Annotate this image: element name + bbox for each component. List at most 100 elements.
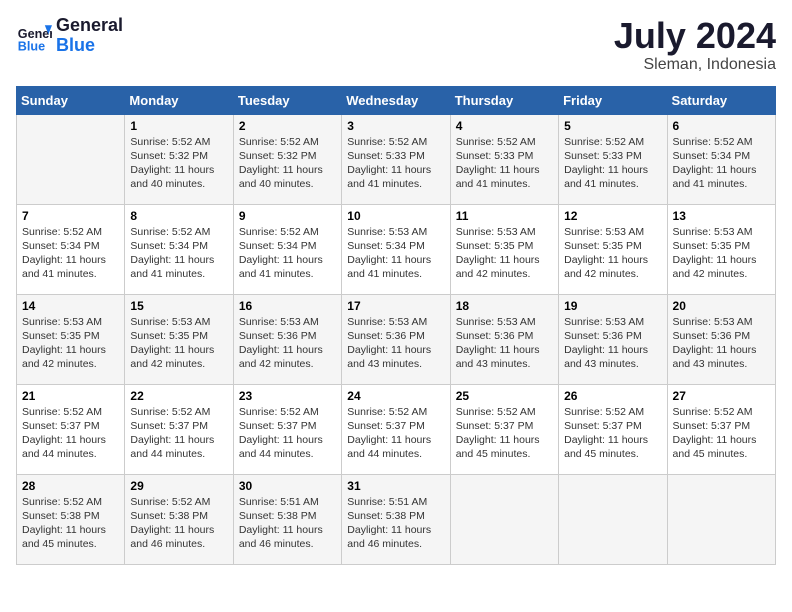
calendar-cell: 10 Sunrise: 5:53 AM Sunset: 5:34 PM Dayli…: [342, 204, 450, 294]
day-number: 30: [239, 479, 336, 493]
day-info: Sunrise: 5:52 AM Sunset: 5:38 PM Dayligh…: [22, 495, 119, 552]
day-info: Sunrise: 5:51 AM Sunset: 5:38 PM Dayligh…: [239, 495, 336, 552]
day-info: Sunrise: 5:52 AM Sunset: 5:38 PM Dayligh…: [130, 495, 227, 552]
day-info: Sunrise: 5:52 AM Sunset: 5:32 PM Dayligh…: [239, 135, 336, 192]
day-number: 10: [347, 209, 444, 223]
calendar-cell: 5Sunrise: 5:52 AM Sunset: 5:33 PM Daylig…: [559, 114, 667, 204]
calendar-table: SundayMondayTuesdayWednesdayThursdayFrid…: [16, 86, 776, 565]
calendar-cell: 17 Sunrise: 5:53 AM Sunset: 5:36 PM Dayli…: [342, 294, 450, 384]
day-number: 26: [564, 389, 661, 403]
calendar-cell: 16Sunrise: 5:53 AM Sunset: 5:36 PM Dayli…: [233, 294, 341, 384]
day-number: 31: [347, 479, 444, 493]
calendar-cell: 1 Sunrise: 5:52 AM Sunset: 5:32 PM Daylig…: [125, 114, 233, 204]
month-title: July 2024: [614, 16, 776, 56]
header-sunday: Sunday: [17, 86, 125, 114]
calendar-cell: 29 Sunrise: 5:52 AM Sunset: 5:38 PM Dayli…: [125, 474, 233, 564]
calendar-cell: 15 Sunrise: 5:53 AM Sunset: 5:35 PM Dayli…: [125, 294, 233, 384]
day-info: Sunrise: 5:52 AM Sunset: 5:34 PM Dayligh…: [673, 135, 770, 192]
calendar-cell: 19 Sunrise: 5:53 AM Sunset: 5:36 PM Dayli…: [559, 294, 667, 384]
calendar-week-row: 7Sunrise: 5:52 AM Sunset: 5:34 PM Daylig…: [17, 204, 776, 294]
calendar-cell: [17, 114, 125, 204]
day-info: Sunrise: 5:52 AM Sunset: 5:34 PM Dayligh…: [22, 225, 119, 282]
day-info: Sunrise: 5:52 AM Sunset: 5:37 PM Dayligh…: [347, 405, 444, 462]
calendar-cell: 8 Sunrise: 5:52 AM Sunset: 5:34 PM Daylig…: [125, 204, 233, 294]
title-block: July 2024 Sleman, Indonesia: [614, 16, 776, 74]
day-number: 25: [456, 389, 553, 403]
day-info: Sunrise: 5:53 AM Sunset: 5:35 PM Dayligh…: [130, 315, 227, 372]
day-info: Sunrise: 5:52 AM Sunset: 5:37 PM Dayligh…: [239, 405, 336, 462]
calendar-cell: 21 Sunrise: 5:52 AM Sunset: 5:37 PM Dayli…: [17, 384, 125, 474]
day-number: 13: [673, 209, 770, 223]
day-info: Sunrise: 5:52 AM Sunset: 5:37 PM Dayligh…: [22, 405, 119, 462]
day-info: Sunrise: 5:53 AM Sunset: 5:36 PM Dayligh…: [347, 315, 444, 372]
calendar-cell: 27 Sunrise: 5:52 AM Sunset: 5:37 PM Dayli…: [667, 384, 775, 474]
day-number: 18: [456, 299, 553, 313]
day-info: Sunrise: 5:52 AM Sunset: 5:34 PM Dayligh…: [130, 225, 227, 282]
calendar-cell: 23 Sunrise: 5:52 AM Sunset: 5:37 PM Dayli…: [233, 384, 341, 474]
day-info: Sunrise: 5:52 AM Sunset: 5:37 PM Dayligh…: [456, 405, 553, 462]
day-number: 29: [130, 479, 227, 493]
calendar-cell: 26 Sunrise: 5:52 AM Sunset: 5:37 PM Dayli…: [559, 384, 667, 474]
calendar-cell: 6 Sunrise: 5:52 AM Sunset: 5:34 PM Daylig…: [667, 114, 775, 204]
day-info: Sunrise: 5:52 AM Sunset: 5:33 PM Dayligh…: [347, 135, 444, 192]
day-info: Sunrise: 5:52 AM Sunset: 5:32 PM Dayligh…: [130, 135, 227, 192]
calendar-week-row: 14 Sunrise: 5:53 AM Sunset: 5:35 PM Dayli…: [17, 294, 776, 384]
header-saturday: Saturday: [667, 86, 775, 114]
calendar-cell: [667, 474, 775, 564]
header-monday: Monday: [125, 86, 233, 114]
calendar-cell: 13Sunrise: 5:53 AM Sunset: 5:35 PM Dayli…: [667, 204, 775, 294]
logo-general: General: [56, 16, 123, 36]
day-number: 15: [130, 299, 227, 313]
calendar-cell: 18Sunrise: 5:53 AM Sunset: 5:36 PM Dayli…: [450, 294, 558, 384]
day-number: 19: [564, 299, 661, 313]
calendar-cell: 22 Sunrise: 5:52 AM Sunset: 5:37 PM Dayli…: [125, 384, 233, 474]
calendar-cell: 4 Sunrise: 5:52 AM Sunset: 5:33 PM Daylig…: [450, 114, 558, 204]
calendar-cell: 24 Sunrise: 5:52 AM Sunset: 5:37 PM Dayli…: [342, 384, 450, 474]
calendar-cell: 31 Sunrise: 5:51 AM Sunset: 5:38 PM Dayli…: [342, 474, 450, 564]
calendar-cell: [450, 474, 558, 564]
day-info: Sunrise: 5:53 AM Sunset: 5:34 PM Dayligh…: [347, 225, 444, 282]
day-number: 4: [456, 119, 553, 133]
calendar-week-row: 28Sunrise: 5:52 AM Sunset: 5:38 PM Dayli…: [17, 474, 776, 564]
day-number: 1: [130, 119, 227, 133]
day-number: 24: [347, 389, 444, 403]
day-number: 23: [239, 389, 336, 403]
calendar-cell: 20 Sunrise: 5:53 AM Sunset: 5:36 PM Dayli…: [667, 294, 775, 384]
day-number: 22: [130, 389, 227, 403]
calendar-cell: 28Sunrise: 5:52 AM Sunset: 5:38 PM Dayli…: [17, 474, 125, 564]
logo-icon: General Blue: [16, 18, 52, 54]
day-number: 12: [564, 209, 661, 223]
day-number: 9: [239, 209, 336, 223]
day-info: Sunrise: 5:52 AM Sunset: 5:33 PM Dayligh…: [564, 135, 661, 192]
day-number: 17: [347, 299, 444, 313]
day-number: 14: [22, 299, 119, 313]
calendar-cell: [559, 474, 667, 564]
calendar-cell: 9Sunrise: 5:52 AM Sunset: 5:34 PM Daylig…: [233, 204, 341, 294]
day-number: 27: [673, 389, 770, 403]
day-number: 2: [239, 119, 336, 133]
day-info: Sunrise: 5:53 AM Sunset: 5:36 PM Dayligh…: [673, 315, 770, 372]
day-info: Sunrise: 5:52 AM Sunset: 5:37 PM Dayligh…: [564, 405, 661, 462]
day-info: Sunrise: 5:51 AM Sunset: 5:38 PM Dayligh…: [347, 495, 444, 552]
day-number: 11: [456, 209, 553, 223]
location-title: Sleman, Indonesia: [614, 56, 776, 74]
calendar-cell: 2 Sunrise: 5:52 AM Sunset: 5:32 PM Daylig…: [233, 114, 341, 204]
day-info: Sunrise: 5:52 AM Sunset: 5:37 PM Dayligh…: [130, 405, 227, 462]
day-info: Sunrise: 5:53 AM Sunset: 5:35 PM Dayligh…: [22, 315, 119, 372]
day-info: Sunrise: 5:53 AM Sunset: 5:36 PM Dayligh…: [239, 315, 336, 372]
calendar-cell: 14 Sunrise: 5:53 AM Sunset: 5:35 PM Dayli…: [17, 294, 125, 384]
day-info: Sunrise: 5:52 AM Sunset: 5:33 PM Dayligh…: [456, 135, 553, 192]
day-number: 6: [673, 119, 770, 133]
calendar-cell: 25 Sunrise: 5:52 AM Sunset: 5:37 PM Dayli…: [450, 384, 558, 474]
calendar-cell: 11Sunrise: 5:53 AM Sunset: 5:35 PM Dayli…: [450, 204, 558, 294]
day-number: 21: [22, 389, 119, 403]
day-info: Sunrise: 5:53 AM Sunset: 5:36 PM Dayligh…: [564, 315, 661, 372]
calendar-cell: 7Sunrise: 5:52 AM Sunset: 5:34 PM Daylig…: [17, 204, 125, 294]
calendar-week-row: 21 Sunrise: 5:52 AM Sunset: 5:37 PM Dayli…: [17, 384, 776, 474]
day-info: Sunrise: 5:52 AM Sunset: 5:37 PM Dayligh…: [673, 405, 770, 462]
calendar-header-row: SundayMondayTuesdayWednesdayThursdayFrid…: [17, 86, 776, 114]
svg-text:Blue: Blue: [18, 39, 45, 53]
day-number: 8: [130, 209, 227, 223]
day-number: 20: [673, 299, 770, 313]
page-header: General Blue General Blue July 2024 Slem…: [16, 16, 776, 74]
